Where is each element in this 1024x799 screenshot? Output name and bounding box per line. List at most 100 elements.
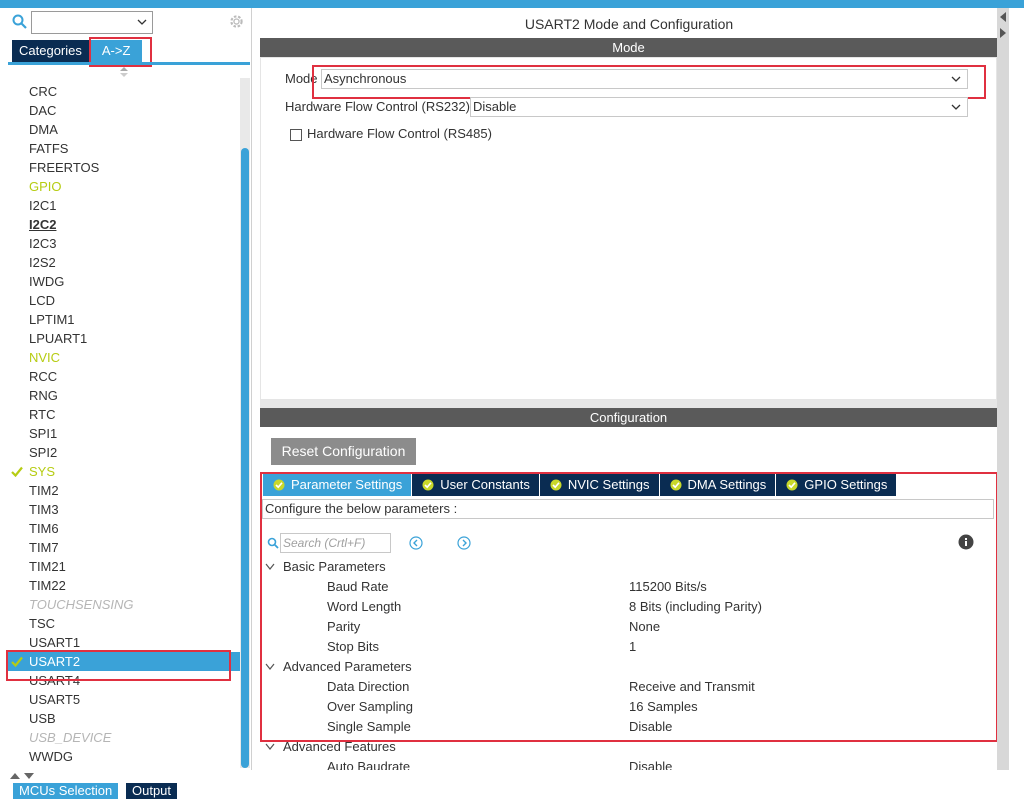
list-item[interactable]: USART4 <box>8 671 240 690</box>
param-name: Stop Bits <box>327 639 380 654</box>
list-item-label: TSC <box>29 616 55 631</box>
config-tab[interactable]: NVIC Settings <box>539 474 659 496</box>
list-item-label: TOUCHSENSING <box>29 597 134 612</box>
list-item[interactable]: LPTIM1 <box>8 310 240 329</box>
list-item-label: TIM3 <box>29 502 59 517</box>
list-item[interactable]: SYS <box>8 462 240 481</box>
list-item[interactable]: DMA <box>8 120 240 139</box>
chevron-down-icon <box>951 76 961 82</box>
collapse-arrows-icon[interactable] <box>8 772 38 780</box>
page-title: USART2 Mode and Configuration <box>524 16 734 32</box>
list-item[interactable]: TSC <box>8 614 240 633</box>
list-item[interactable]: RNG <box>8 386 240 405</box>
checkmark-icon <box>11 466 23 477</box>
group-basic-parameters[interactable]: Basic Parameters <box>265 559 386 574</box>
param-value[interactable]: 115200 Bits/s <box>629 579 707 594</box>
list-item[interactable]: TIM6 <box>8 519 240 538</box>
mode-select[interactable]: Asynchronous <box>321 69 968 89</box>
param-value[interactable]: Disable <box>629 719 672 734</box>
param-value[interactable]: 1 <box>629 639 636 654</box>
search-icon[interactable] <box>12 14 28 30</box>
config-tab[interactable]: DMA Settings <box>659 474 776 496</box>
list-item[interactable]: USART1 <box>8 633 240 652</box>
config-tab[interactable]: User Constants <box>412 474 539 496</box>
tab-mcus-selection[interactable]: MCUs Selection <box>13 783 119 799</box>
hfc-rs232-select[interactable]: Disable <box>470 97 968 117</box>
search-combo[interactable] <box>31 11 153 34</box>
tab-categories[interactable]: Categories <box>12 40 89 62</box>
list-item-label: FREERTOS <box>29 160 100 175</box>
param-name: Parity <box>327 619 361 634</box>
param-name: Word Length <box>327 599 402 614</box>
list-item[interactable]: SPI2 <box>8 443 240 462</box>
reset-configuration-button[interactable]: Reset Configuration <box>271 438 416 465</box>
sort-icon[interactable] <box>119 66 129 78</box>
list-item[interactable]: RTC <box>8 405 240 424</box>
list-item[interactable]: FREERTOS <box>8 158 240 177</box>
list-item[interactable]: CRC <box>8 82 240 101</box>
param-value[interactable]: Receive and Transmit <box>629 679 755 694</box>
left-scrollbar-thumb[interactable] <box>241 148 249 768</box>
tab-output[interactable]: Output <box>126 783 178 799</box>
top-accent-bar <box>0 0 1024 8</box>
hfc-rs485-checkbox[interactable] <box>290 129 302 141</box>
chevron-left-icon[interactable] <box>999 12 1007 22</box>
gear-icon[interactable] <box>228 13 245 30</box>
info-icon[interactable] <box>958 534 974 550</box>
list-item[interactable]: TIM22 <box>8 576 240 595</box>
list-item-label: USB <box>29 711 56 726</box>
param-value[interactable]: Disable <box>629 759 672 770</box>
list-item[interactable]: SPI1 <box>8 424 240 443</box>
list-item[interactable]: IWDG <box>8 272 240 291</box>
tabs-underline <box>8 62 250 65</box>
list-item[interactable]: TIM7 <box>8 538 240 557</box>
config-tab[interactable]: Parameter Settings <box>263 474 412 496</box>
list-item-label: NVIC <box>29 350 61 365</box>
list-item[interactable]: TIM2 <box>8 481 240 500</box>
config-tab-label: DMA Settings <box>687 477 767 492</box>
list-item[interactable]: I2C1 <box>8 196 240 215</box>
list-item[interactable]: GPIO <box>8 177 240 196</box>
list-item[interactable]: I2C2 <box>8 215 240 234</box>
list-item[interactable]: FATFS <box>8 139 240 158</box>
group-label: Basic Parameters <box>283 559 386 574</box>
chevron-right-icon[interactable] <box>999 28 1007 38</box>
config-tab-label: User Constants <box>440 477 530 492</box>
list-item[interactable]: USB_DEVICE <box>8 728 240 747</box>
parameter-search-input[interactable]: Search (Crtl+F) <box>280 533 391 553</box>
param-value[interactable]: 8 Bits (including Parity) <box>629 599 762 614</box>
left-panel: Categories A->Z CRC DAC DMA FATFS FREERTOS GP… <box>0 8 252 770</box>
next-result-icon[interactable] <box>457 536 471 550</box>
list-item[interactable]: I2C3 <box>8 234 240 253</box>
group-advanced-features[interactable]: Advanced Features <box>265 739 396 754</box>
list-item[interactable]: LCD <box>8 291 240 310</box>
list-item[interactable]: NVIC <box>8 348 240 367</box>
list-item-label: USART2 <box>29 654 81 669</box>
tab-a-z[interactable]: A->Z <box>89 40 143 62</box>
list-item-label: LPUART1 <box>29 331 88 346</box>
list-item[interactable]: LPUART1 <box>8 329 240 348</box>
list-item[interactable]: DAC <box>8 101 240 120</box>
list-item[interactable]: TIM3 <box>8 500 240 519</box>
right-edge <box>1009 8 1024 770</box>
right-panel: USART2 Mode and Configuration Mode Mode … <box>260 8 998 770</box>
list-item-label: IWDG <box>29 274 65 289</box>
list-item-label: USART4 <box>29 673 81 688</box>
list-item[interactable]: I2S2 <box>8 253 240 272</box>
list-item[interactable]: USB <box>8 709 240 728</box>
list-item[interactable]: USART2 <box>8 652 240 671</box>
list-item-label: I2S2 <box>29 255 56 270</box>
right-scrollbar[interactable] <box>997 8 1009 770</box>
list-item[interactable]: USART5 <box>8 690 240 709</box>
param-value[interactable]: None <box>629 619 660 634</box>
list-item-label: TIM2 <box>29 483 59 498</box>
param-value[interactable]: 16 Samples <box>629 699 698 714</box>
group-advanced-parameters[interactable]: Advanced Parameters <box>265 659 412 674</box>
list-item[interactable]: TIM21 <box>8 557 240 576</box>
list-item[interactable]: RCC <box>8 367 240 386</box>
list-item[interactable]: WWDG <box>8 747 240 766</box>
previous-result-icon[interactable] <box>409 536 423 550</box>
list-item[interactable]: TOUCHSENSING <box>8 595 240 614</box>
left-scrollbar[interactable] <box>240 78 250 768</box>
config-tab[interactable]: GPIO Settings <box>776 474 897 496</box>
